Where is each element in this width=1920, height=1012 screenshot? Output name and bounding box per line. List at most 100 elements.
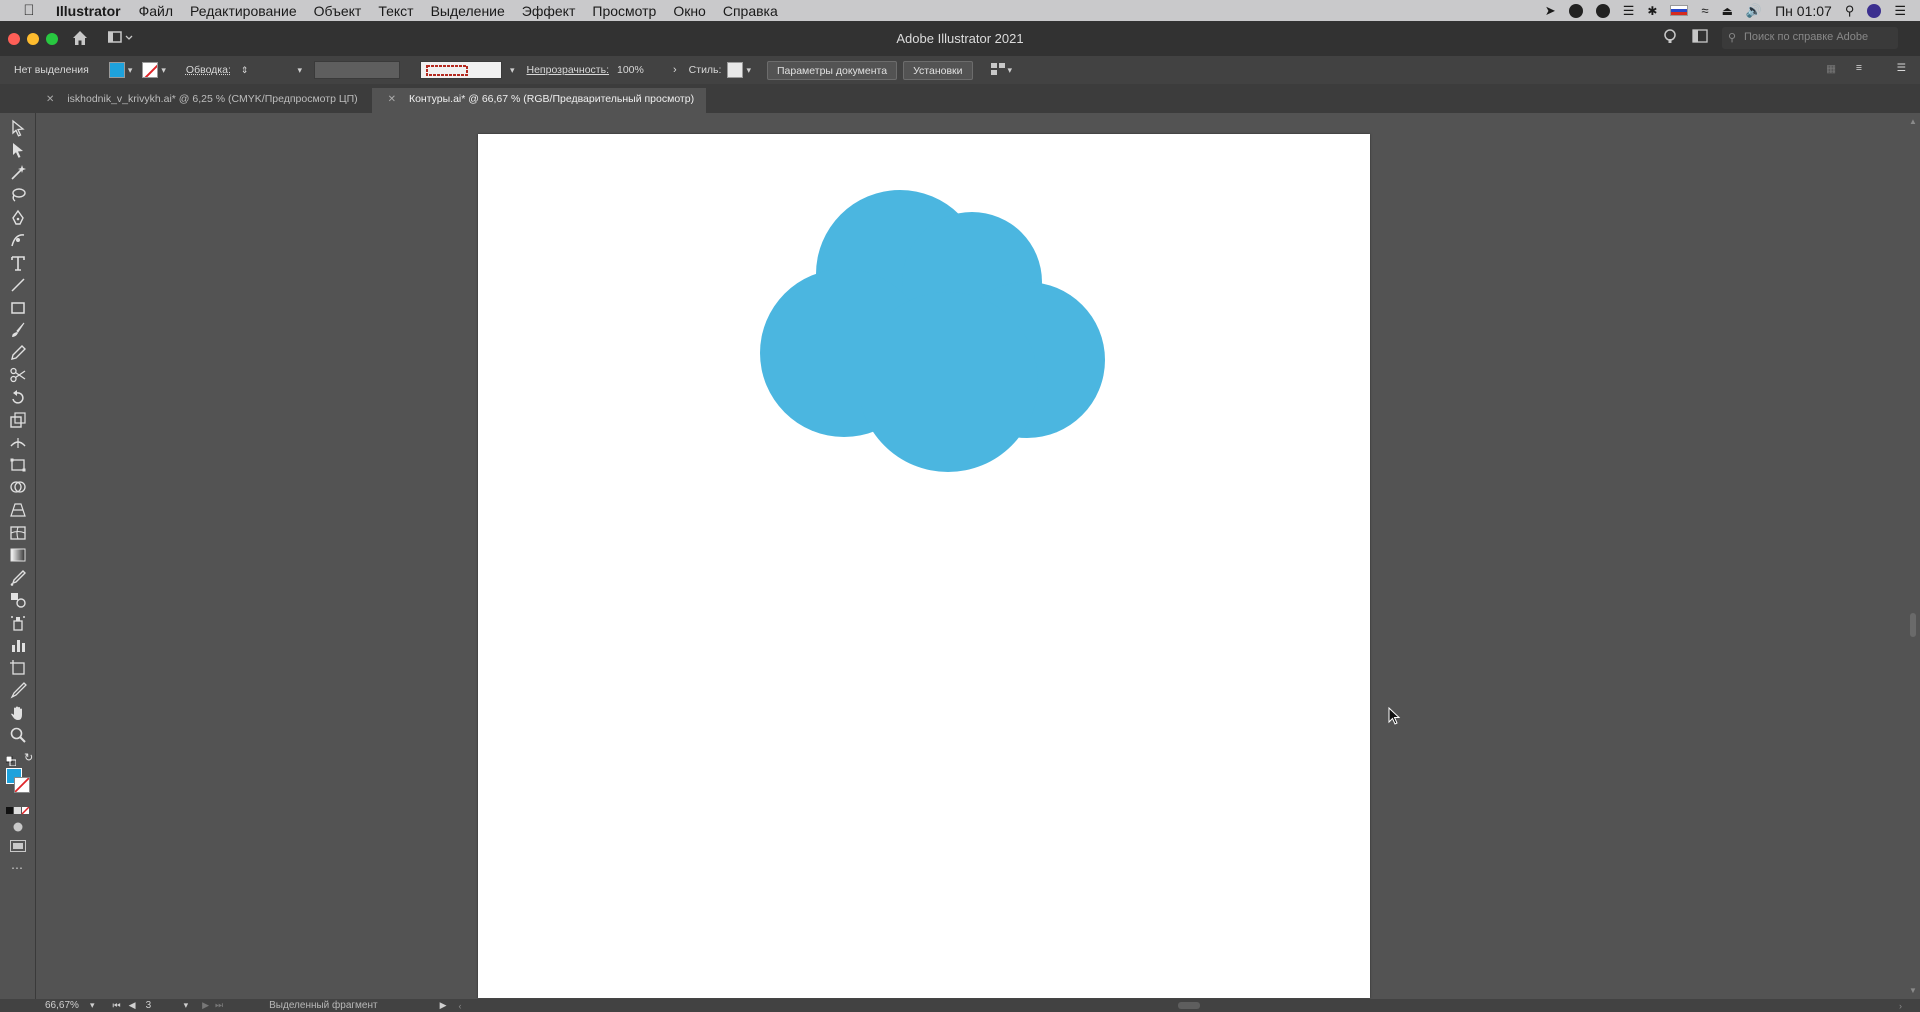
window-maximize-button[interactable] — [46, 33, 58, 45]
arrange-documents-icon[interactable] — [990, 62, 1005, 78]
brush-chevron-icon[interactable]: ▾ — [510, 65, 515, 76]
menu-window[interactable]: Окно — [673, 3, 706, 19]
opacity-value-field[interactable]: 100% — [617, 64, 657, 76]
menu-help[interactable]: Справка — [723, 3, 778, 19]
menu-file[interactable]: Файл — [139, 3, 173, 19]
arrange-documents-chevron-icon[interactable]: ▾ — [1008, 65, 1013, 76]
location-arrow-icon[interactable]: ➤ — [1545, 3, 1556, 19]
opacity-label[interactable]: Непрозрачность: — [527, 64, 610, 76]
zoom-chevron-icon[interactable]: ▾ — [90, 1000, 95, 1011]
spotlight-search-icon[interactable]: ⚲ — [1845, 3, 1855, 19]
creative-cloud-icon[interactable] — [1595, 3, 1610, 18]
scale-tool-icon[interactable] — [9, 411, 27, 429]
stroke-color-swatch[interactable] — [142, 62, 159, 78]
tab-iskhodnik[interactable]: ✕ iskhodnik_v_krivykh.ai* @ 6,25 % (CMYK… — [30, 88, 370, 113]
scroll-up-icon[interactable]: ▲ — [1909, 117, 1917, 126]
perspective-grid-tool-icon[interactable] — [9, 501, 27, 519]
share-icon[interactable] — [1662, 28, 1678, 49]
menu-select[interactable]: Выделение — [431, 3, 505, 19]
artboard-number-field[interactable]: 3 — [146, 1000, 176, 1011]
zoom-tool-icon[interactable] — [9, 726, 27, 744]
control-bar-menu-icon[interactable]: ☰ — [1897, 62, 1906, 74]
rectangle-tool-icon[interactable] — [9, 299, 27, 317]
stroke-weight-stepper[interactable]: ⇕ — [241, 65, 249, 76]
hand-tool-icon[interactable] — [9, 704, 27, 722]
record-icon[interactable] — [1568, 3, 1583, 18]
fill-color-swatch[interactable] — [108, 62, 125, 78]
apple-icon[interactable]:  — [18, 2, 40, 19]
stroke-swatch-large[interactable] — [14, 777, 30, 793]
column-graph-tool-icon[interactable] — [9, 636, 27, 654]
line-segment-tool-icon[interactable] — [9, 276, 27, 294]
rotate-tool-icon[interactable] — [9, 389, 27, 407]
pen-tool-icon[interactable] — [9, 209, 27, 227]
eyedropper-tool-icon[interactable] — [9, 569, 27, 587]
menu-edit[interactable]: Редактирование — [190, 3, 297, 19]
selection-tool-icon[interactable] — [9, 119, 27, 137]
status-menu-arrow-icon[interactable]: ▶ — [440, 1000, 447, 1011]
stroke-weight-chevron-icon[interactable]: ▾ — [297, 65, 302, 76]
tab-kontury[interactable]: ✕ Контуры.ai* @ 66,67 % (RGB/Предварител… — [371, 88, 707, 113]
paintbrush-tool-icon[interactable] — [9, 321, 27, 339]
last-artboard-icon[interactable]: ⏭ — [215, 1000, 223, 1011]
close-tab-icon[interactable]: ✕ — [388, 94, 396, 105]
fill-dropdown-chevron-icon[interactable]: ▾ — [128, 65, 133, 76]
direct-selection-tool-icon[interactable] — [9, 141, 27, 159]
stroke-weight-field[interactable] — [254, 61, 295, 79]
workspace-switcher-icon[interactable] — [107, 30, 136, 46]
window-close-button[interactable] — [8, 33, 20, 45]
edit-toolbar-icon[interactable]: ⋯ — [11, 861, 23, 875]
wifi-icon[interactable]: ≈ — [1701, 3, 1708, 18]
window-minimize-button[interactable] — [27, 33, 39, 45]
zoom-level-field[interactable]: 66,67% — [45, 1000, 85, 1011]
close-tab-icon[interactable]: ✕ — [46, 94, 54, 105]
stroke-dropdown-chevron-icon[interactable]: ▾ — [161, 65, 166, 76]
preferences-button[interactable]: Установки — [903, 60, 973, 80]
draw-mode-icon[interactable] — [12, 820, 24, 838]
brush-definition-field[interactable] — [419, 61, 502, 79]
document-setup-button[interactable]: Параметры документа — [766, 60, 898, 80]
menu-object[interactable]: Объект — [314, 3, 362, 19]
panel-toggle-icon[interactable]: ▦ — [1826, 63, 1836, 75]
menu-view[interactable]: Просмотр — [592, 3, 656, 19]
horizontal-scrollbar-thumb[interactable] — [1178, 1002, 1200, 1009]
opacity-expand-icon[interactable]: › — [673, 64, 677, 76]
lasso-tool-icon[interactable] — [9, 186, 27, 204]
bluetooth-icon[interactable]: ✱ — [1647, 4, 1657, 18]
scroll-right-icon[interactable]: › — [1899, 1001, 1902, 1011]
variable-width-profile-field[interactable] — [313, 61, 400, 79]
home-icon[interactable] — [71, 29, 89, 47]
shape-builder-tool-icon[interactable] — [9, 479, 27, 497]
type-tool-icon[interactable] — [9, 254, 27, 272]
artboard-tool-icon[interactable] — [9, 659, 27, 677]
magic-wand-tool-icon[interactable] — [9, 164, 27, 182]
slice-tool-icon[interactable] — [9, 681, 27, 699]
mesh-tool-icon[interactable] — [9, 524, 27, 542]
menubar-clock[interactable]: Пн 01:07 — [1775, 3, 1832, 19]
artboard-chevron-icon[interactable]: ▾ — [184, 1000, 189, 1011]
scroll-left-icon[interactable]: ‹ — [459, 1001, 462, 1011]
width-tool-icon[interactable] — [9, 434, 27, 452]
previous-artboard-icon[interactable]: ◀ — [129, 1000, 136, 1011]
menu-type[interactable]: Текст — [378, 3, 413, 19]
input-source-flag-icon[interactable] — [1670, 5, 1689, 16]
color-mode-icons[interactable] — [6, 802, 30, 820]
graphic-style-chevron-icon[interactable]: ▾ — [746, 65, 751, 76]
artboard[interactable] — [478, 134, 1370, 998]
symbol-sprayer-tool-icon[interactable] — [9, 614, 27, 632]
graphic-style-swatch[interactable] — [727, 62, 744, 78]
vertical-scrollbar[interactable]: ▲ ▼ — [1906, 113, 1920, 999]
scroll-down-icon[interactable]: ▼ — [1909, 986, 1917, 995]
swap-fill-stroke-icon[interactable]: ↻ — [24, 751, 33, 764]
menu-app-name[interactable]: Illustrator — [56, 3, 121, 19]
gradient-tool-icon[interactable] — [9, 546, 27, 564]
first-artboard-icon[interactable]: ⏮ — [113, 1000, 121, 1011]
eject-icon[interactable]: ⏏ — [1722, 4, 1733, 18]
blend-tool-icon[interactable] — [9, 591, 27, 609]
curvature-tool-icon[interactable] — [9, 231, 27, 249]
arrange-panels-icon[interactable] — [1692, 28, 1708, 48]
help-search-input[interactable]: ⚲ Поиск по справке Adobe — [1722, 27, 1898, 49]
align-panel-icon[interactable]: ≡ — [1856, 62, 1862, 74]
free-transform-tool-icon[interactable] — [9, 456, 27, 474]
menu-effect[interactable]: Эффект — [522, 3, 576, 19]
